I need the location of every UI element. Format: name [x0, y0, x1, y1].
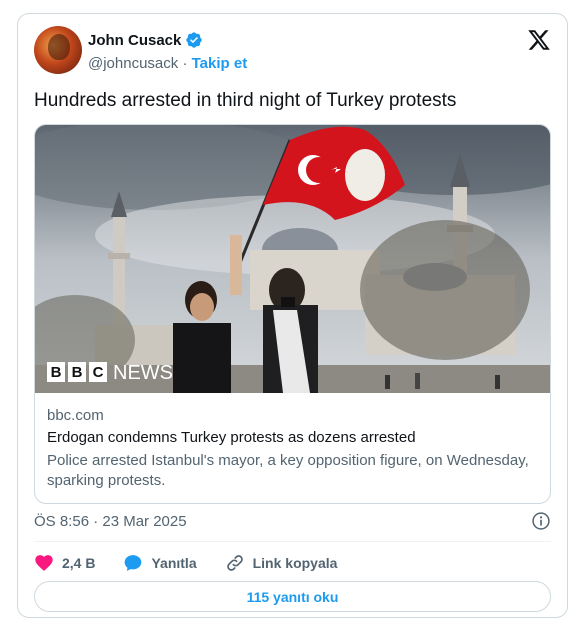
link-preview-card[interactable]: B B C NEWS bbc.com Erdogan condemns Turk…	[34, 124, 551, 504]
like-button[interactable]: 2,4 B	[34, 553, 95, 573]
action-bar: 2,4 B Yanıtla Link kopyala	[34, 551, 365, 575]
link-meta: bbc.com Erdogan condemns Turkey protests…	[35, 393, 550, 491]
post-text: Hundreds arrested in third night of Turk…	[34, 90, 457, 111]
chain-link-icon	[226, 555, 243, 571]
news-photo[interactable]: B B C NEWS	[35, 125, 551, 393]
bbc-news-word: NEWS	[113, 362, 173, 384]
speech-bubble-icon	[125, 555, 142, 571]
author-handle-row: @johncusack · Takip et	[88, 55, 247, 72]
author-avatar[interactable]	[34, 26, 82, 74]
embedded-post-card: John Cusack @johncusack · Takip et Hundr…	[17, 13, 568, 618]
bbc-letter-1: B	[51, 364, 62, 381]
bbc-letter-2: B	[72, 364, 83, 381]
link-description: Police arrested Istanbul's mayor, a key …	[47, 452, 529, 489]
post-timestamp[interactable]: ÖS 8:56 · 23 Mar 2025	[34, 513, 187, 530]
verified-badge-icon	[186, 32, 203, 48]
info-icon[interactable]	[531, 511, 551, 531]
author-name-row[interactable]: John Cusack	[88, 31, 203, 49]
follow-button[interactable]: Takip et	[192, 55, 248, 72]
copy-link-label: Link kopyala	[252, 555, 338, 571]
reply-button[interactable]: Yanıtla	[123, 553, 197, 573]
divider	[34, 541, 551, 542]
reply-label: Yanıtla	[151, 555, 197, 571]
copy-link-button[interactable]: Link kopyala	[225, 553, 338, 573]
bbc-letter-3: C	[93, 364, 104, 381]
x-logo-icon[interactable]	[527, 28, 551, 52]
like-count: 2,4 B	[62, 555, 96, 571]
link-domain: bbc.com	[47, 407, 104, 424]
handle-separator: ·	[182, 55, 188, 72]
read-replies-button[interactable]: 115 yanıtı oku	[34, 581, 551, 612]
heart-icon	[35, 555, 53, 571]
link-title[interactable]: Erdogan condemns Turkey protests as doze…	[47, 429, 538, 446]
author-handle[interactable]: @johncusack	[88, 55, 178, 72]
author-name[interactable]: John Cusack	[88, 32, 181, 49]
